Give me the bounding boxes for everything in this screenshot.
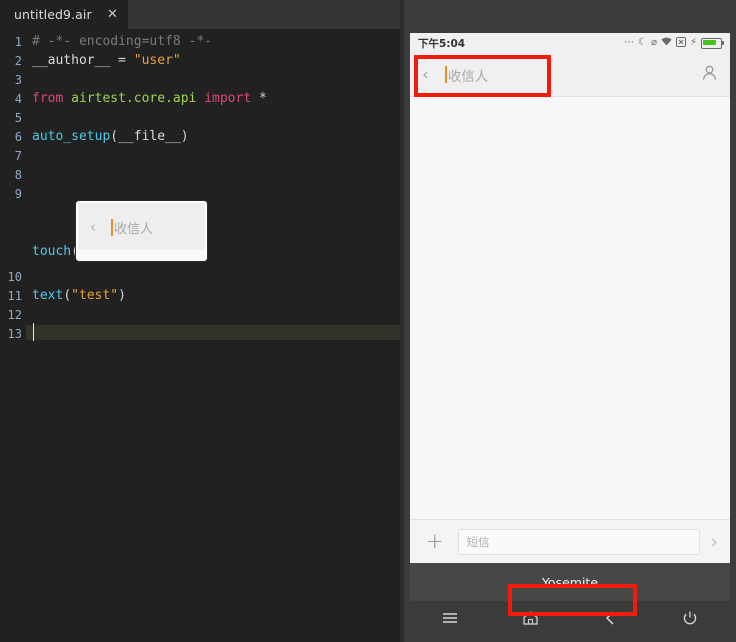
code-token: = — [110, 53, 134, 68]
code-token: __author__ — [32, 53, 111, 68]
yosemite-label: Yosemite — [541, 574, 599, 590]
message-input-placeholder: 短信 — [466, 534, 490, 549]
more-dots-icon: ⋯ — [623, 37, 634, 48]
code-token: # -*- encoding=utf8 -*- — [32, 34, 213, 49]
chevron-right-icon[interactable]: › — [710, 531, 718, 553]
code-token: "test" — [71, 288, 119, 303]
line-number: 12 — [7, 308, 22, 322]
nav-home-button[interactable] — [490, 610, 570, 625]
script-editor-panel: untitled9.air ✕ 1 2 3 4 5 6 7 8 9 10 11 12 13 # -*- … — [0, 0, 400, 642]
sim-signal-icon — [675, 36, 686, 50]
code-token: "user" — [133, 53, 181, 68]
recipient-bar[interactable]: ‹ 收信人 — [410, 53, 730, 97]
nav-menu-button[interactable] — [410, 612, 490, 624]
close-icon[interactable]: ✕ — [106, 8, 119, 21]
code-line: __author__ = "user" — [32, 54, 181, 68]
chevron-left-icon[interactable]: ‹ — [422, 65, 429, 85]
device-screen[interactable]: 下午5:04 ⋯ ☾ ⌀ ⚡ ‹ 收信人 + 短信 › Yosemite — [410, 33, 730, 634]
thumbnail-recipient-bar: ‹ 收信人 — [78, 203, 205, 251]
line-number: 5 — [14, 111, 22, 125]
chevron-left-icon: ‹ — [90, 218, 96, 236]
charging-bolt-icon: ⚡ — [689, 37, 697, 48]
code-line: text("test") — [32, 289, 126, 303]
thumbnail-placeholder: 收信人 — [114, 221, 154, 237]
line-number: 1 — [14, 35, 22, 49]
line-number: 8 — [14, 168, 22, 182]
line-number: 2 — [14, 54, 22, 68]
thumbnail-footer — [78, 250, 205, 259]
code-line: touch( — [32, 245, 79, 259]
code-token: auto_setup — [32, 129, 111, 144]
code-token: text — [32, 288, 64, 303]
recipient-input[interactable]: 收信人 — [448, 65, 489, 85]
person-icon[interactable] — [702, 65, 717, 85]
home-icon — [522, 610, 538, 625]
line-number: 4 — [14, 92, 22, 106]
yosemite-strip[interactable]: Yosemite — [410, 563, 730, 601]
line-number: 3 — [14, 73, 22, 87]
conversation-area[interactable] — [410, 98, 730, 563]
do-not-disturb-moon-icon: ☾ — [637, 37, 647, 48]
hamburger-menu-icon — [443, 612, 457, 623]
battery-icon — [701, 37, 724, 49]
line-number: 13 — [7, 327, 22, 341]
text-caret — [33, 323, 34, 341]
code-token: ( — [110, 129, 119, 144]
nav-power-button[interactable] — [650, 611, 730, 625]
inline-screenshot-thumbnail[interactable]: ‹ 收信人 — [76, 201, 207, 261]
code-token: ( — [63, 288, 72, 303]
airtest-ide-window: untitled9.air ✕ 1 2 3 4 5 6 7 8 9 10 11 12 13 # -*- … — [0, 0, 736, 642]
status-icon-group: ⋯ ☾ ⌀ ⚡ — [623, 36, 724, 50]
code-line: # -*- encoding=utf8 -*- — [32, 35, 212, 49]
chevron-left-icon — [605, 610, 614, 625]
mute-bell-icon: ⌀ — [650, 37, 657, 48]
thumbnail-caret — [111, 218, 113, 236]
code-token: from — [32, 91, 72, 106]
code-token: ) — [180, 129, 189, 144]
compose-bar: + 短信 › — [410, 519, 730, 563]
line-number: 9 — [14, 187, 22, 201]
line-number: 7 — [14, 149, 22, 163]
recipient-caret — [444, 66, 447, 83]
code-token: __file__ — [118, 129, 181, 144]
battery-fill — [703, 39, 716, 45]
line-number: 11 — [7, 289, 22, 303]
code-line: from airtest.core.api import * — [32, 92, 267, 106]
power-icon — [683, 611, 697, 624]
plus-icon[interactable]: + — [426, 531, 444, 552]
editor-tabbar: untitled9.air ✕ — [0, 0, 400, 29]
wifi-icon — [661, 37, 672, 49]
message-input[interactable]: 短信 — [457, 528, 701, 555]
code-token: ) — [118, 288, 126, 303]
code-token: * — [259, 91, 267, 106]
nav-back-button[interactable] — [570, 610, 650, 625]
current-line-highlight — [26, 325, 400, 340]
code-area[interactable]: 1 2 3 4 5 6 7 8 9 10 11 12 13 # -*- encoding=utf8 -*… — [0, 29, 400, 642]
line-number: 6 — [14, 130, 22, 144]
code-line: auto_setup(__file__) — [32, 130, 189, 144]
tab-label: untitled9.air — [14, 7, 92, 22]
code-token: touch — [32, 244, 72, 259]
line-number: 10 — [7, 270, 22, 284]
code-token: airtest.core.api — [71, 91, 197, 106]
android-status-bar: 下午5:04 ⋯ ☾ ⌀ ⚡ — [410, 33, 730, 53]
status-time: 下午5:04 — [418, 37, 466, 50]
code-token: import — [196, 91, 259, 106]
android-nav-bar — [410, 601, 730, 634]
device-mirror-panel: 下午5:04 ⋯ ☾ ⌀ ⚡ ‹ 收信人 + 短信 › Yosemite — [404, 0, 736, 642]
